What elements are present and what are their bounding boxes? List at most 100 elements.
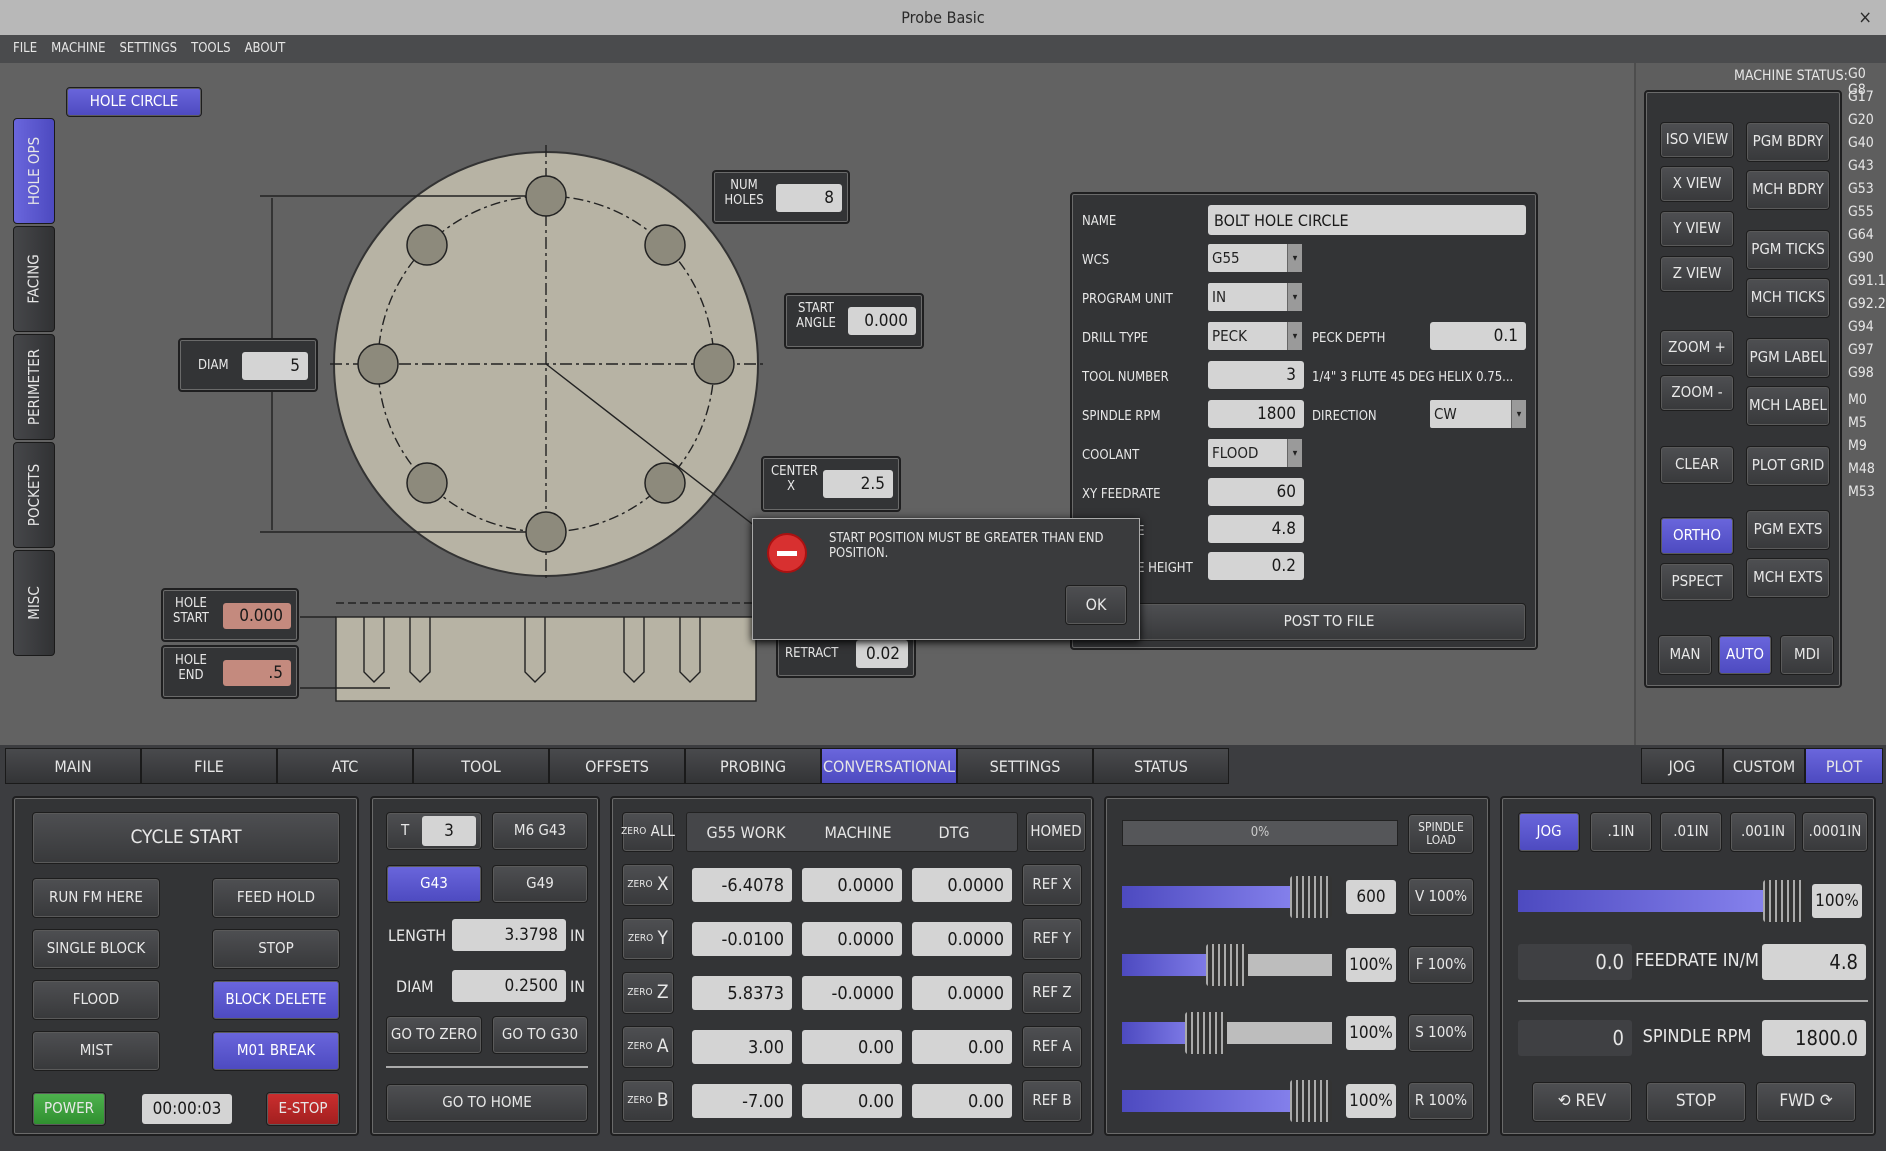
- tab-conversational[interactable]: CONVERSATIONAL: [821, 748, 957, 784]
- ref-b-button[interactable]: REF B: [1022, 1080, 1082, 1122]
- jog-button[interactable]: JOG: [1518, 812, 1580, 852]
- pgm-bdry-button[interactable]: PGM BDRY: [1746, 122, 1830, 162]
- pgm-label-button[interactable]: PGM LABEL: [1746, 338, 1830, 378]
- tab-atc[interactable]: ATC: [277, 748, 413, 784]
- spindle-forward-button[interactable]: FWD ⟳: [1756, 1082, 1856, 1122]
- rapid-override-slider[interactable]: [1122, 1080, 1332, 1122]
- go-to-g30-button[interactable]: GO TO G30: [492, 1016, 588, 1054]
- zero-all-button[interactable]: ZERO ALL: [621, 812, 675, 852]
- clear-button[interactable]: CLEAR: [1660, 446, 1734, 484]
- run-from-here-button[interactable]: RUN FM HERE: [32, 878, 160, 918]
- flood-button[interactable]: FLOOD: [32, 980, 160, 1020]
- y-view-button[interactable]: Y VIEW: [1660, 211, 1734, 247]
- zero-a-button[interactable]: ZERO A: [622, 1026, 674, 1068]
- jog-step-0-001-button[interactable]: .001IN: [1730, 812, 1796, 852]
- tab-file[interactable]: FILE: [141, 748, 277, 784]
- zero-x-button[interactable]: ZERO X: [622, 864, 674, 906]
- iso-view-button[interactable]: ISO VIEW: [1660, 122, 1734, 158]
- post-to-file-button[interactable]: POST TO FILE: [1132, 603, 1526, 641]
- ortho-button[interactable]: ORTHO: [1660, 517, 1734, 555]
- x-view-button[interactable]: X VIEW: [1660, 166, 1734, 202]
- slider-knob[interactable]: [1185, 1012, 1227, 1054]
- side-tab-perimeter[interactable]: PERIMETER: [13, 334, 55, 440]
- tab-custom[interactable]: CUSTOM: [1723, 748, 1805, 784]
- g49-button[interactable]: G49: [492, 865, 588, 903]
- wcs-select[interactable]: G55: [1208, 244, 1302, 272]
- r-100-button[interactable]: R 100%: [1408, 1082, 1474, 1120]
- v-100-button[interactable]: V 100%: [1408, 878, 1474, 916]
- m6-g43-button[interactable]: M6 G43: [492, 812, 588, 850]
- feed-hold-button[interactable]: FEED HOLD: [212, 878, 340, 918]
- f-100-button[interactable]: F 100%: [1408, 946, 1474, 984]
- name-field[interactable]: BOLT HOLE CIRCLE: [1208, 205, 1526, 235]
- menu-file[interactable]: FILE: [6, 35, 44, 63]
- ref-a-button[interactable]: REF A: [1022, 1026, 1082, 1068]
- cycle-start-button[interactable]: CYCLE START: [32, 812, 340, 864]
- tool-number-value[interactable]: 3: [422, 816, 476, 846]
- spindle-override-slider[interactable]: [1122, 1012, 1332, 1054]
- side-tab-misc[interactable]: MISC: [13, 550, 55, 656]
- pgm-exts-button[interactable]: PGM EXTS: [1746, 510, 1830, 550]
- single-block-button[interactable]: SINGLE BLOCK: [32, 929, 160, 969]
- plot-grid-button[interactable]: PLOT GRID: [1746, 446, 1830, 486]
- jog-step-0-01-button[interactable]: .01IN: [1660, 812, 1722, 852]
- z-view-button[interactable]: Z VIEW: [1660, 256, 1734, 292]
- side-tab-hole-ops[interactable]: HOLE OPS: [13, 118, 55, 224]
- slider-knob[interactable]: [1763, 880, 1805, 922]
- xy-feedrate-field[interactable]: 60: [1208, 478, 1304, 506]
- auto-mode-button[interactable]: AUTO: [1718, 635, 1772, 675]
- slider-knob[interactable]: [1206, 944, 1248, 986]
- z-feedrate-field[interactable]: 4.8: [1208, 515, 1304, 543]
- pspect-button[interactable]: PSPECT: [1660, 563, 1734, 601]
- ref-x-button[interactable]: REF X: [1022, 864, 1082, 906]
- drill-type-select[interactable]: PECK: [1208, 322, 1302, 350]
- side-tab-facing[interactable]: FACING: [13, 226, 55, 332]
- zero-z-button[interactable]: ZERO Z: [622, 972, 674, 1014]
- pgm-ticks-button[interactable]: PGM TICKS: [1746, 230, 1830, 270]
- num-holes-field[interactable]: 8: [776, 184, 842, 212]
- spindle-rpm-field[interactable]: 1800: [1208, 400, 1304, 428]
- program-unit-select[interactable]: IN: [1208, 283, 1302, 311]
- mch-bdry-button[interactable]: MCH BDRY: [1746, 170, 1830, 210]
- mch-label-button[interactable]: MCH LABEL: [1746, 386, 1830, 426]
- diam-field[interactable]: 5: [242, 352, 308, 380]
- mch-exts-button[interactable]: MCH EXTS: [1746, 558, 1830, 598]
- go-to-home-button[interactable]: GO TO HOME: [386, 1084, 588, 1122]
- center-x-field[interactable]: 2.5: [823, 470, 893, 498]
- tab-plot[interactable]: PLOT: [1805, 748, 1883, 784]
- menu-about[interactable]: ABOUT: [238, 35, 293, 63]
- tab-tool[interactable]: TOOL: [413, 748, 549, 784]
- slider-knob[interactable]: [1290, 1080, 1332, 1122]
- peck-depth-field[interactable]: 0.1: [1430, 322, 1526, 350]
- block-delete-button[interactable]: BLOCK DELETE: [212, 980, 340, 1020]
- mist-button[interactable]: MIST: [32, 1031, 160, 1071]
- ref-z-button[interactable]: REF Z: [1022, 972, 1082, 1014]
- tab-main[interactable]: MAIN: [5, 748, 141, 784]
- retract-field[interactable]: 0.02: [856, 640, 908, 668]
- tool-number-field[interactable]: 3: [1208, 361, 1304, 389]
- zoom-in-button[interactable]: ZOOM +: [1660, 330, 1734, 366]
- go-to-zero-button[interactable]: GO TO ZERO: [386, 1016, 482, 1054]
- stop-button[interactable]: STOP: [212, 929, 340, 969]
- start-angle-field[interactable]: 0.000: [848, 307, 916, 335]
- jog-step-0-0001-button[interactable]: .0001IN: [1802, 812, 1868, 852]
- s-100-button[interactable]: S 100%: [1408, 1014, 1474, 1052]
- spindle-reverse-button[interactable]: ⟲ REV: [1532, 1082, 1632, 1122]
- zoom-out-button[interactable]: ZOOM -: [1660, 375, 1734, 411]
- tab-status[interactable]: STATUS: [1093, 748, 1229, 784]
- tab-jog[interactable]: JOG: [1641, 748, 1723, 784]
- jog-speed-slider[interactable]: [1518, 880, 1805, 922]
- hole-circle-title[interactable]: HOLE CIRCLE: [66, 87, 202, 117]
- e-stop-button[interactable]: E-STOP: [266, 1092, 340, 1126]
- man-mode-button[interactable]: MAN: [1658, 635, 1712, 675]
- ok-button[interactable]: OK: [1065, 585, 1127, 625]
- coolant-select[interactable]: FLOOD: [1208, 439, 1302, 467]
- slider-knob[interactable]: [1290, 876, 1332, 918]
- rapid-velocity-slider[interactable]: [1122, 876, 1332, 918]
- menu-settings[interactable]: SETTINGS: [113, 35, 185, 63]
- close-icon[interactable]: ×: [1858, 0, 1872, 35]
- m01-break-button[interactable]: M01 BREAK: [212, 1031, 340, 1071]
- hole-start-field[interactable]: 0.000: [223, 603, 291, 629]
- power-button[interactable]: POWER: [32, 1092, 106, 1126]
- feed-override-slider[interactable]: [1122, 944, 1332, 986]
